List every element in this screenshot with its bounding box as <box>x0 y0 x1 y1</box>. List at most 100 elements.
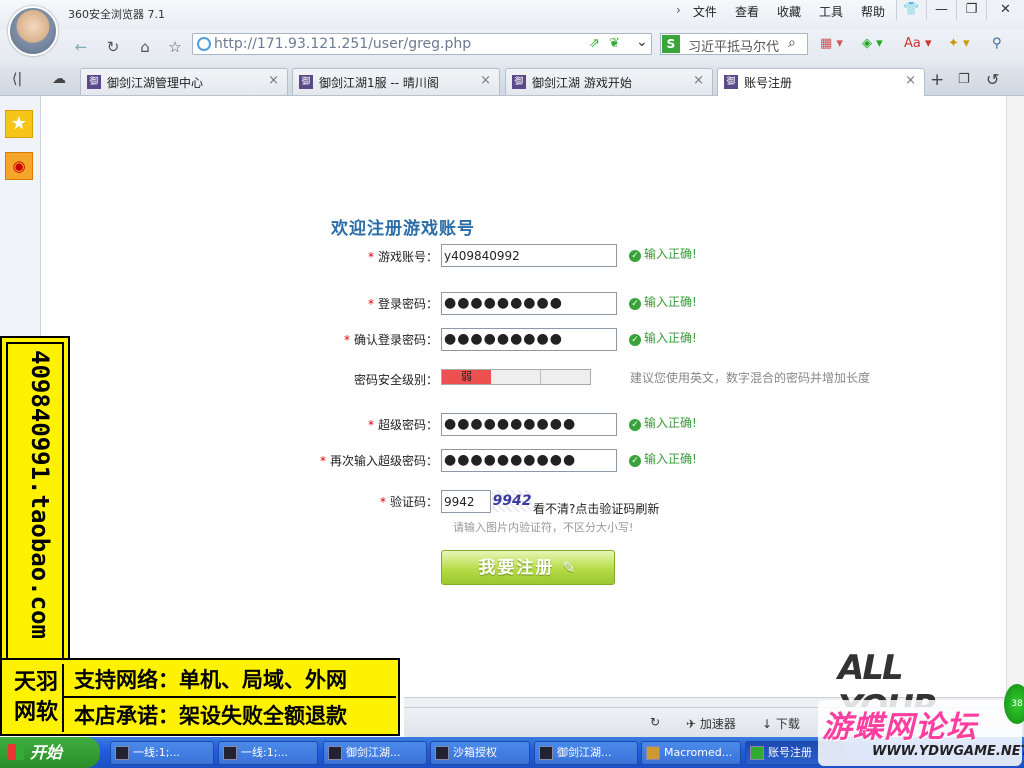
register-button[interactable]: 我要注册 ✎ <box>441 550 615 585</box>
page-title: 欢迎注册游戏账号 <box>331 219 475 239</box>
apps-icon[interactable]: ▦ ▾ <box>820 36 843 51</box>
confirm-super-password-status: ✓ 输入正确! <box>629 450 697 467</box>
download-icon: ↓ <box>762 717 773 731</box>
badge-icon[interactable]: 38 <box>1004 684 1024 724</box>
menu-file[interactable]: 文件 <box>684 3 726 21</box>
captcha-hint: 请输入图片内验证符，不区分大小写! <box>453 521 634 534</box>
leaf-icon[interactable]: ❦ <box>609 36 620 51</box>
password-label: * 登录密码： <box>367 297 438 311</box>
tab-list-icon[interactable]: ❐ <box>958 72 970 87</box>
captcha-input[interactable]: 9942 <box>441 490 491 513</box>
app-icon <box>115 746 129 760</box>
minimize-button[interactable]: — <box>926 0 956 20</box>
allyour-watermark: ALL YOUR <box>838 648 938 728</box>
app-icon <box>328 746 342 760</box>
super-password-label: * 超级密码： <box>367 418 438 432</box>
search-engine-icon[interactable]: S <box>662 35 680 53</box>
app-icon <box>223 746 237 760</box>
app-icon <box>539 746 553 760</box>
check-icon: ✓ <box>629 419 641 431</box>
confirm-super-password-input[interactable]: ●●●●●●●●●● <box>441 449 617 472</box>
confirm-password-input[interactable]: ●●●●●●●●● <box>441 328 617 351</box>
user-avatar[interactable] <box>8 6 58 56</box>
taskbar-item[interactable]: Macromed... <box>641 741 741 765</box>
close-button[interactable]: ✕ <box>986 0 1024 20</box>
search-icon[interactable]: ⌕ <box>788 35 796 51</box>
tab-close-icon[interactable]: × <box>905 73 916 88</box>
tab-close-icon[interactable]: × <box>480 73 491 88</box>
skin-icon[interactable]: 👕 <box>896 0 926 20</box>
taskbar-item[interactable]: 沙箱授权 <box>430 741 530 765</box>
menu-favorites[interactable]: 收藏 <box>768 3 810 21</box>
menu-view[interactable]: 查看 <box>726 3 768 21</box>
cloud-icon[interactable]: ☁ <box>52 71 66 87</box>
new-tab-button[interactable]: + <box>930 70 944 90</box>
strength-fill: 弱 <box>442 370 491 384</box>
game-favicon-icon: 御 <box>724 75 738 89</box>
tab-left-icon[interactable]: ⟨| <box>12 71 22 87</box>
taskbar-item[interactable]: 御剑江湖... <box>534 741 638 765</box>
account-status: ✓ 输入正确! <box>629 245 697 262</box>
undo-close-icon[interactable]: ↺ <box>986 70 999 89</box>
tab-game-start[interactable]: 御 御剑江湖 游戏开始 × <box>505 68 713 95</box>
download-button[interactable]: ↓ 下载 <box>762 715 800 732</box>
refresh-status-icon[interactable]: ↻ <box>650 715 660 729</box>
super-password-input[interactable]: ●●●●●●●●●● <box>441 413 617 436</box>
account-input[interactable]: y409840992 <box>441 244 617 267</box>
super-password-status: ✓ 输入正确! <box>629 414 697 431</box>
menu-bar: 文件 查看 收藏 工具 帮助 <box>684 3 894 21</box>
captcha-image[interactable]: 9942 <box>492 490 532 512</box>
ad-shop-url: 409840991.taobao.com <box>26 350 54 639</box>
tab-label: 账号注册 <box>744 76 793 90</box>
url-text[interactable]: http://171.93.121.251/user/greg.php <box>214 36 471 52</box>
star-icon[interactable]: ☆ <box>164 36 186 58</box>
search-text[interactable]: 习近平抵马尔代 <box>688 36 788 55</box>
vertical-scrollbar[interactable] <box>1006 96 1024 706</box>
menu-expand-icon[interactable]: › <box>676 3 681 17</box>
accelerator-button[interactable]: ✈ 加速器 <box>686 715 736 732</box>
home-icon[interactable]: ⌂ <box>134 36 156 58</box>
tab-close-icon[interactable]: × <box>693 73 704 88</box>
taskbar-item[interactable]: 一线:1;... <box>110 741 214 765</box>
tab-register[interactable]: 御 账号注册 × <box>717 68 925 96</box>
app-icon <box>750 746 764 760</box>
weibo-icon[interactable]: ◉ <box>5 152 33 180</box>
maximize-button[interactable]: ❐ <box>956 0 986 20</box>
check-icon: ✓ <box>629 334 641 346</box>
taskbar-item[interactable]: 御剑江湖... <box>323 741 427 765</box>
captcha-refresh-link[interactable]: 看不清?点击验证码刷新 <box>533 500 659 517</box>
favorites-icon[interactable]: ★ <box>5 110 33 138</box>
menu-tools[interactable]: 工具 <box>810 3 852 21</box>
tab-close-icon[interactable]: × <box>268 73 279 88</box>
tab-label: 御剑江湖 游戏开始 <box>532 76 632 90</box>
refresh-icon[interactable]: ↻ <box>102 36 124 58</box>
confirm-password-label: * 确认登录密码： <box>343 333 438 347</box>
strength-hint: 建议您使用英文，数字混合的密码并增加长度 <box>630 371 871 385</box>
share-icon[interactable]: ⇗ <box>589 36 600 51</box>
shield-icon[interactable]: ◈ ▾ <box>862 36 883 51</box>
check-icon: ✓ <box>629 455 641 467</box>
back-icon[interactable]: ← <box>70 36 92 58</box>
confirm-super-password-label: * 再次输入超级密码： <box>319 454 438 468</box>
tab-server-1[interactable]: 御 御剑江湖1服 -- 晴川阁 × <box>292 68 500 95</box>
ad-divider <box>64 696 396 698</box>
ad-line-refund: 本店承诺：架设失败全额退款 <box>74 704 347 728</box>
tab-admin-center[interactable]: 御 御剑江湖管理中心 × <box>80 68 288 95</box>
account-label: * 游戏账号： <box>367 250 438 264</box>
windows-logo-icon <box>8 744 24 760</box>
game-icon[interactable]: ✦ ▾ <box>948 36 970 51</box>
strength-label: 密码安全级别： <box>353 373 438 387</box>
password-input[interactable]: ●●●●●●●●● <box>441 292 617 315</box>
game-favicon-icon: 御 <box>512 75 526 89</box>
translate-icon[interactable]: Aa ▾ <box>904 36 932 51</box>
chevron-down-icon[interactable]: ⌄ <box>636 34 648 50</box>
globe-icon <box>197 37 211 51</box>
magnifier-icon[interactable]: ⚲ <box>992 36 1002 51</box>
captcha-label: * 验证码： <box>379 495 438 509</box>
tab-label: 御剑江湖管理中心 <box>107 76 204 90</box>
game-favicon-icon: 御 <box>87 75 101 89</box>
app-icon <box>435 746 449 760</box>
menu-help[interactable]: 帮助 <box>852 3 894 21</box>
tab-label: 御剑江湖1服 -- 晴川阁 <box>319 76 439 90</box>
taskbar-item[interactable]: 一线:1;... <box>218 741 318 765</box>
